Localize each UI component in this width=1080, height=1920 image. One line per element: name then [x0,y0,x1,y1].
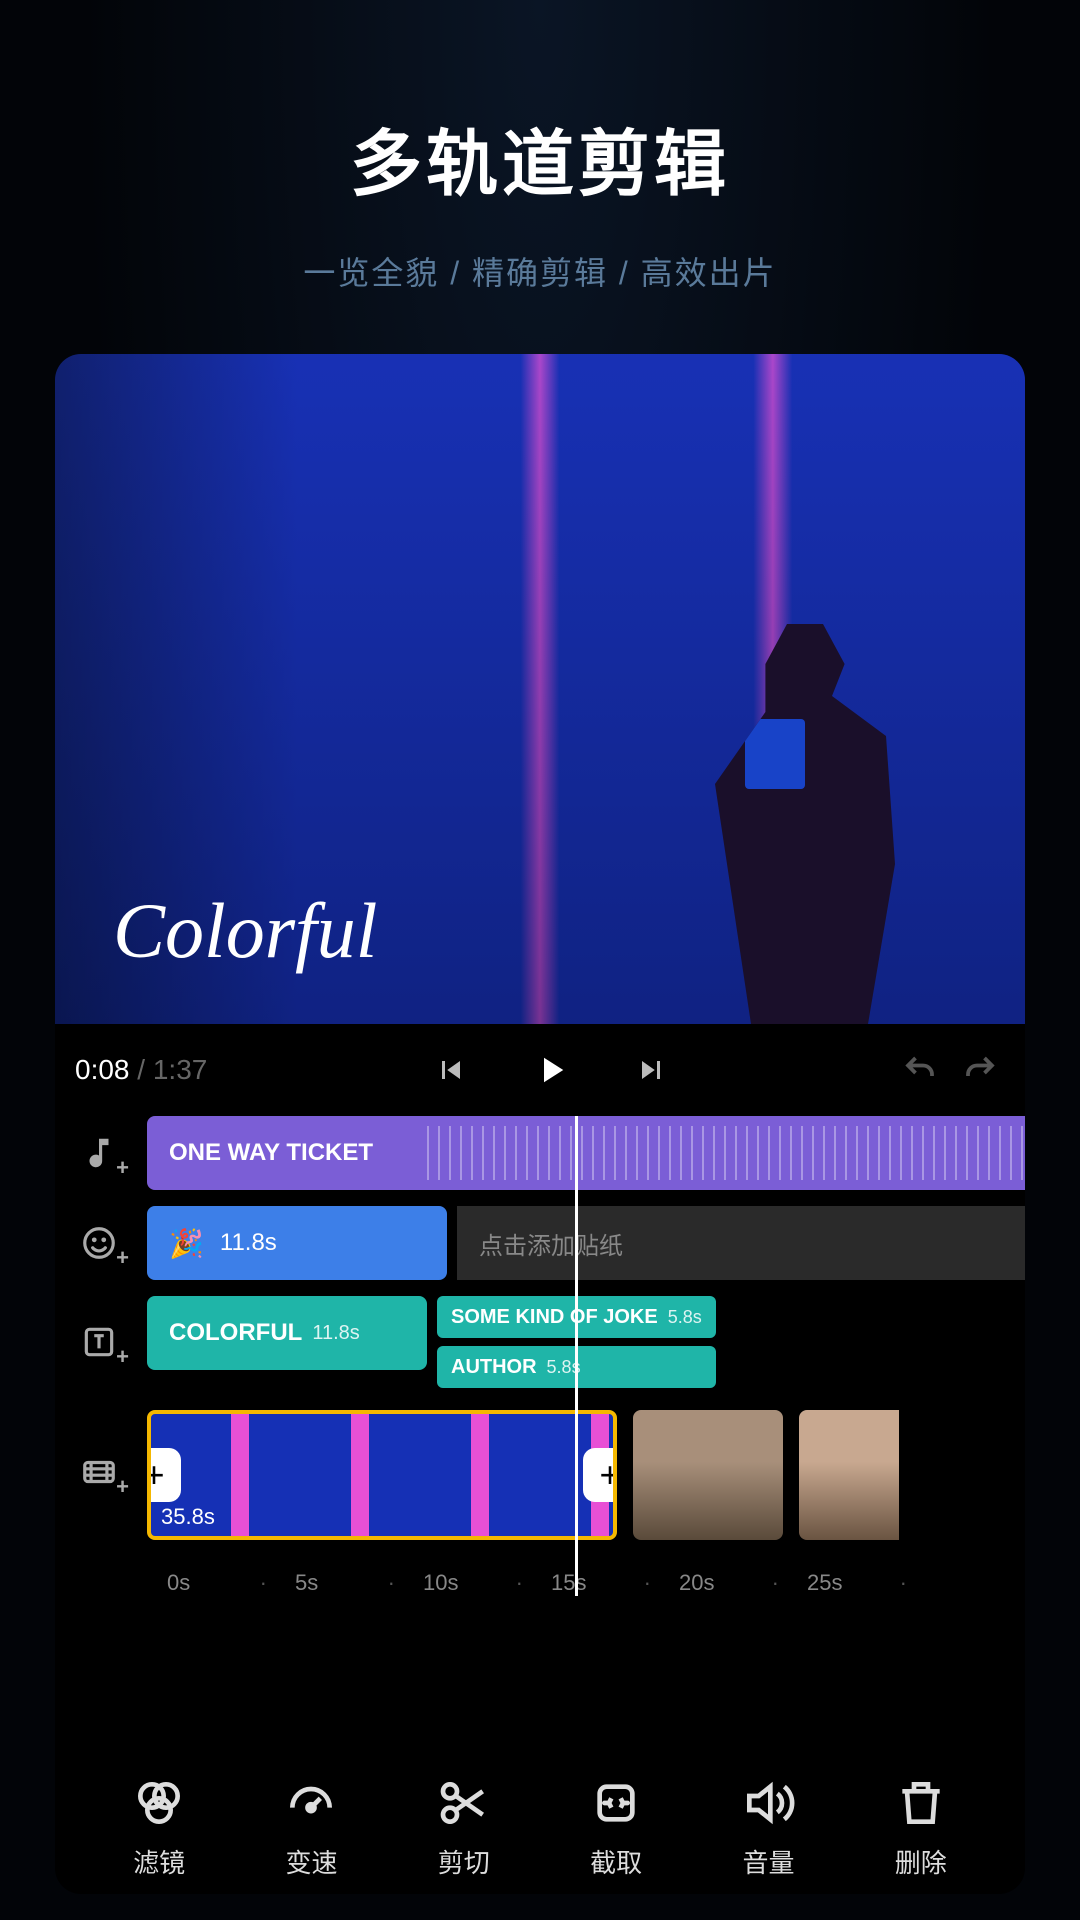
text-track-row: + COLORFUL 11.8s SOME KIND OF JOKE 5.8s … [75,1296,1025,1388]
redo-button[interactable] [955,1045,1005,1095]
text-clip-main[interactable]: COLORFUL 11.8s [147,1296,427,1370]
tool-label: 剪切 [438,1843,490,1880]
speed-icon [283,1775,339,1831]
plus-icon: + [116,1245,129,1271]
preview-text-overlay: Colorful [113,886,377,976]
ruler-tick: 10s [423,1570,551,1596]
page-title: 多轨道剪辑 [0,105,1080,210]
tool-label: 截取 [590,1843,642,1880]
page-subtitle: 一览全貌 / 精确剪辑 / 高效出片 [0,248,1080,294]
video-clip-selected[interactable]: + + 35.8s [147,1410,617,1540]
filter-button[interactable]: 滤镜 [104,1775,214,1880]
ruler-tick: 0s [167,1570,295,1596]
total-time: 1:37 [153,1054,208,1085]
text-clip-label: AUTHOR [451,1356,537,1379]
tool-label: 音量 [742,1843,794,1880]
video-clip-duration: 35.8s [161,1504,215,1530]
add-sticker-button[interactable]: + [75,1219,123,1267]
crop-icon [588,1775,644,1831]
plus-icon: + [116,1155,129,1181]
clip-add-left[interactable]: + [147,1448,181,1502]
redo-icon [962,1052,998,1088]
video-editor: Colorful 0:08 / 1:37 + [55,354,1025,1894]
add-music-button[interactable]: + [75,1129,123,1177]
sticker-placeholder-text: 点击添加贴纸 [479,1226,623,1261]
bottom-toolbar: 滤镜 变速 剪切 截取 音量 删除 [55,1775,1025,1880]
volume-icon [740,1775,796,1831]
cut-button[interactable]: 剪切 [409,1775,519,1880]
sticker-duration: 11.8s [220,1229,277,1257]
text-clip-label: SOME KIND OF JOKE [451,1306,658,1329]
tool-label: 删除 [895,1843,947,1880]
video-clip[interactable] [633,1410,783,1540]
scissors-icon [436,1775,492,1831]
film-icon [80,1453,118,1491]
time-separator: / [137,1054,145,1085]
add-text-button[interactable]: + [75,1318,123,1366]
sticker-track-row: + 🎉 11.8s 点击添加贴纸 [75,1206,1025,1280]
plus-icon: + [116,1474,129,1500]
skip-next-icon [633,1052,669,1088]
text-icon [80,1323,118,1361]
current-time: 0:08 [75,1054,130,1085]
sticker-placeholder[interactable]: 点击添加贴纸 [457,1206,1025,1280]
music-clip-label: ONE WAY TICKET [169,1139,373,1167]
emoji-icon [80,1224,118,1262]
speed-button[interactable]: 变速 [256,1775,366,1880]
music-track-row: + ONE WAY TICKET [75,1116,1025,1190]
playback-controls: 0:08 / 1:37 [55,1024,1025,1116]
timeline-tracks: + ONE WAY TICKET + 🎉 11.8s 点击添加贴纸 [55,1116,1025,1596]
time-display: 0:08 / 1:37 [75,1054,207,1086]
video-track-row: + + + 35.8s [75,1404,1025,1540]
play-icon [530,1049,572,1091]
tool-label: 变速 [285,1843,337,1880]
delete-button[interactable]: 删除 [866,1775,976,1880]
text-clip-duration: 5.8s [668,1307,702,1328]
next-button[interactable] [626,1045,676,1095]
ruler-tick: 5s [295,1570,423,1596]
undo-button[interactable] [895,1045,945,1095]
prev-button[interactable] [426,1045,476,1095]
video-clip[interactable] [799,1410,899,1540]
volume-button[interactable]: 音量 [713,1775,823,1880]
ruler-tick: 25s [807,1570,935,1596]
sticker-clip[interactable]: 🎉 11.8s [147,1206,447,1280]
video-preview[interactable]: Colorful [55,354,1025,1024]
plus-icon: + [116,1344,129,1370]
clip-add-right[interactable]: + [583,1448,617,1502]
ruler-tick: 15s [551,1570,679,1596]
add-video-button[interactable]: + [75,1448,123,1496]
playhead[interactable] [575,1116,578,1596]
text-clip-duration: 11.8s [312,1322,359,1345]
ruler-tick: 20s [679,1570,807,1596]
music-note-icon [80,1134,118,1172]
music-clip[interactable]: ONE WAY TICKET [147,1116,1025,1190]
sticker-emoji: 🎉 [169,1227,204,1260]
trash-icon [893,1775,949,1831]
undo-icon [902,1052,938,1088]
tool-label: 滤镜 [133,1843,185,1880]
timeline-ruler: 0s 5s 10s 15s 20s 25s [75,1556,1025,1596]
crop-button[interactable]: 截取 [561,1775,671,1880]
promo-header: 多轨道剪辑 一览全貌 / 精确剪辑 / 高效出片 [0,0,1080,294]
play-button[interactable] [526,1045,576,1095]
text-clip-label: COLORFUL [169,1319,302,1347]
filter-icon [131,1775,187,1831]
skip-previous-icon [433,1052,469,1088]
